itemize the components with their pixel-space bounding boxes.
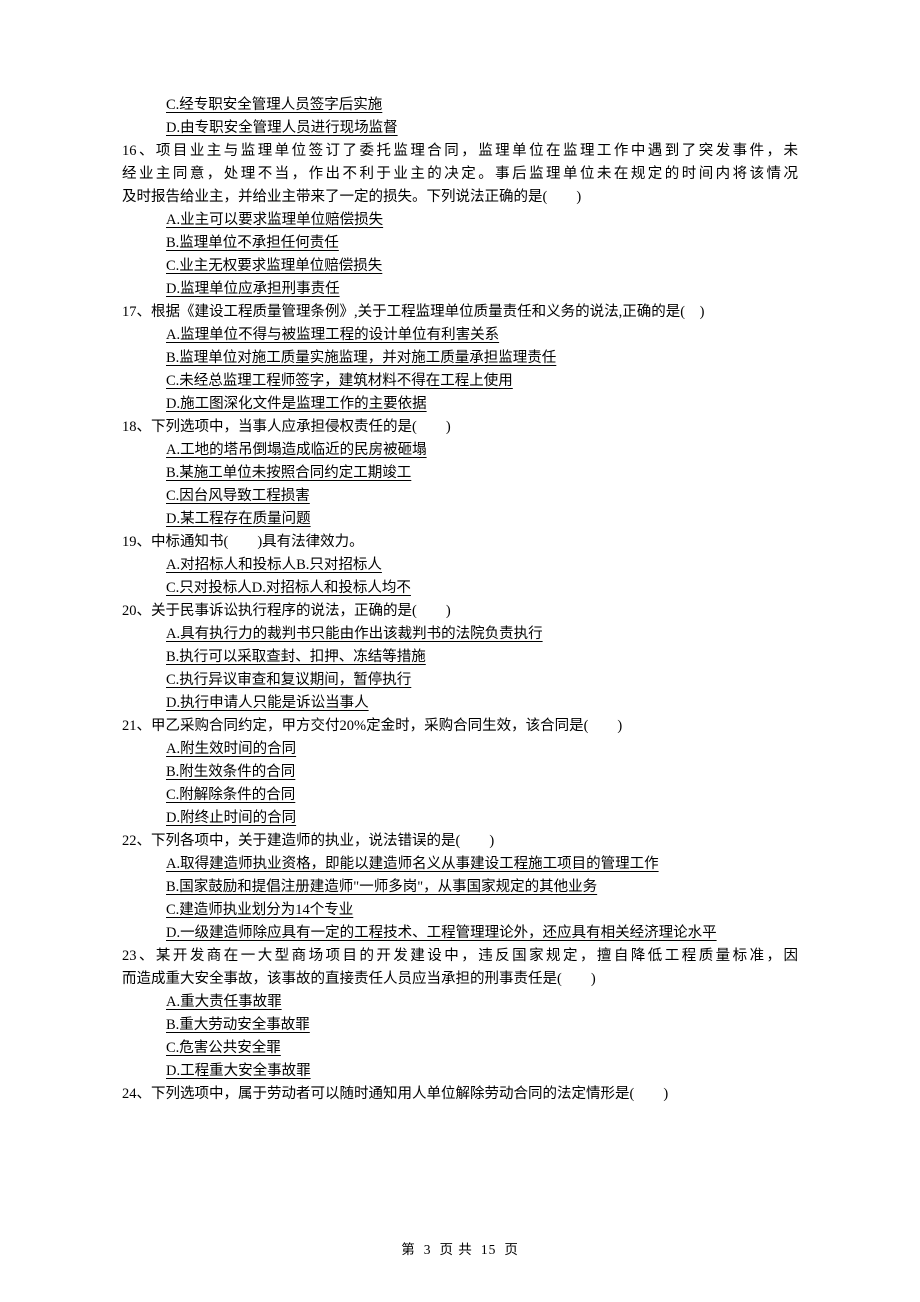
q19-cd: C.只对投标人D.对招标人和投标人均不 [122,577,798,600]
q18-d: D.某工程存在质量问题 [122,508,798,531]
q18-a: A.工地的塔吊倒塌造成临近的民房被砸塌 [122,439,798,462]
q21-c: C.附解除条件的合同 [122,784,798,807]
q18-c: C.因台风导致工程损害 [122,485,798,508]
footer-total: 15 [481,1242,497,1257]
q22-stem: 22、下列各项中，关于建造师的执业，说法错误的是( ) [122,830,798,853]
q23-a: A.重大责任事故罪 [122,991,798,1014]
q20-stem: 20、关于民事诉讼执行程序的说法，正确的是( ) [122,600,798,623]
q18-stem: 18、下列选项中，当事人应承担侵权责任的是( ) [122,416,798,439]
q23-d: D.工程重大安全事故罪 [122,1060,798,1083]
q21-d: D.附终止时间的合同 [122,807,798,830]
q21-a: A.附生效时间的合同 [122,738,798,761]
q17-stem: 17、根据《建设工程质量管理条例》,关于工程监理单位质量责任和义务的说法,正确的… [122,301,798,324]
q20-b: B.执行可以采取查封、扣押、冻结等措施 [122,646,798,669]
q21-b: B.附生效条件的合同 [122,761,798,784]
q23-line2: 而造成重大安全事故，该事故的直接责任人员应当承担的刑事责任是( ) [122,968,798,991]
footer-cur: 3 [424,1242,432,1257]
q22-c: C.建造师执业划分为14个专业 [122,899,798,922]
page-footer: 第3 页 共 15 页 [0,1238,920,1258]
pre-option-c: C.经专职安全管理人员签字后实施 [122,94,798,117]
q17-b: B.监理单位对施工质量实施监理，并对施工质量承担监理责任 [122,347,798,370]
q16-b: B.监理单位不承担任何责任 [122,232,798,255]
q20-a: A.具有执行力的裁判书只能由作出该裁判书的法院负责执行 [122,623,798,646]
q17-c: C.未经总监理工程师签字，建筑材料不得在工程上使用 [122,370,798,393]
q16-a: A.业主可以要求监理单位赔偿损失 [122,209,798,232]
q16-c: C.业主无权要求监理单位赔偿损失 [122,255,798,278]
q17-d: D.施工图深化文件是监理工作的主要依据 [122,393,798,416]
footer-prefix: 第 [401,1242,416,1257]
q16-line3: 及时报告给业主，并给业主带来了一定的损失。下列说法正确的是( ) [122,186,798,209]
q21-stem: 21、甲乙采购合同约定，甲方交付20%定金时，采购合同生效，该合同是( ) [122,715,798,738]
q20-c: C.执行异议审查和复议期间，暂停执行 [122,669,798,692]
q22-a: A.取得建造师执业资格，即能以建造师名义从事建设工程施工项目的管理工作 [122,853,798,876]
q19-stem: 19、中标通知书( )具有法律效力。 [122,531,798,554]
q22-b: B.国家鼓励和提倡注册建造师"一师多岗"，从事国家规定的其他业务 [122,876,798,899]
q16-line2: 经业主同意，处理不当，作出不利于业主的决定。事后监理单位未在规定的时间内将该情况 [122,163,798,186]
q16-d: D.监理单位应承担刑事责任 [122,278,798,301]
q16-line1: 16、项目业主与监理单位签订了委托监理合同，监理单位在监理工作中遇到了突发事件，… [122,140,798,163]
q20-d: D.执行申请人只能是诉讼当事人 [122,692,798,715]
q17-a: A.监理单位不得与被监理工程的设计单位有利害关系 [122,324,798,347]
q18-b: B.某施工单位未按照合同约定工期竣工 [122,462,798,485]
footer-mid: 页 共 [439,1242,472,1257]
q23-c: C.危害公共安全罪 [122,1037,798,1060]
pre-option-d: D.由专职安全管理人员进行现场监督 [122,117,798,140]
footer-suffix: 页 [504,1242,519,1257]
q23-line1: 23、某开发商在一大型商场项目的开发建设中，违反国家规定，擅自降低工程质量标准，… [122,945,798,968]
q19-ab: A.对招标人和投标人B.只对招标人 [122,554,798,577]
q24-stem: 24、下列选项中，属于劳动者可以随时通知用人单位解除劳动合同的法定情形是( ) [122,1083,798,1106]
page-content: C.经专职安全管理人员签字后实施 D.由专职安全管理人员进行现场监督 16、项目… [0,0,920,1106]
q23-b: B.重大劳动安全事故罪 [122,1014,798,1037]
q22-d: D.一级建造师除应具有一定的工程技术、工程管理理论外，还应具有相关经济理论水平 [122,922,798,945]
